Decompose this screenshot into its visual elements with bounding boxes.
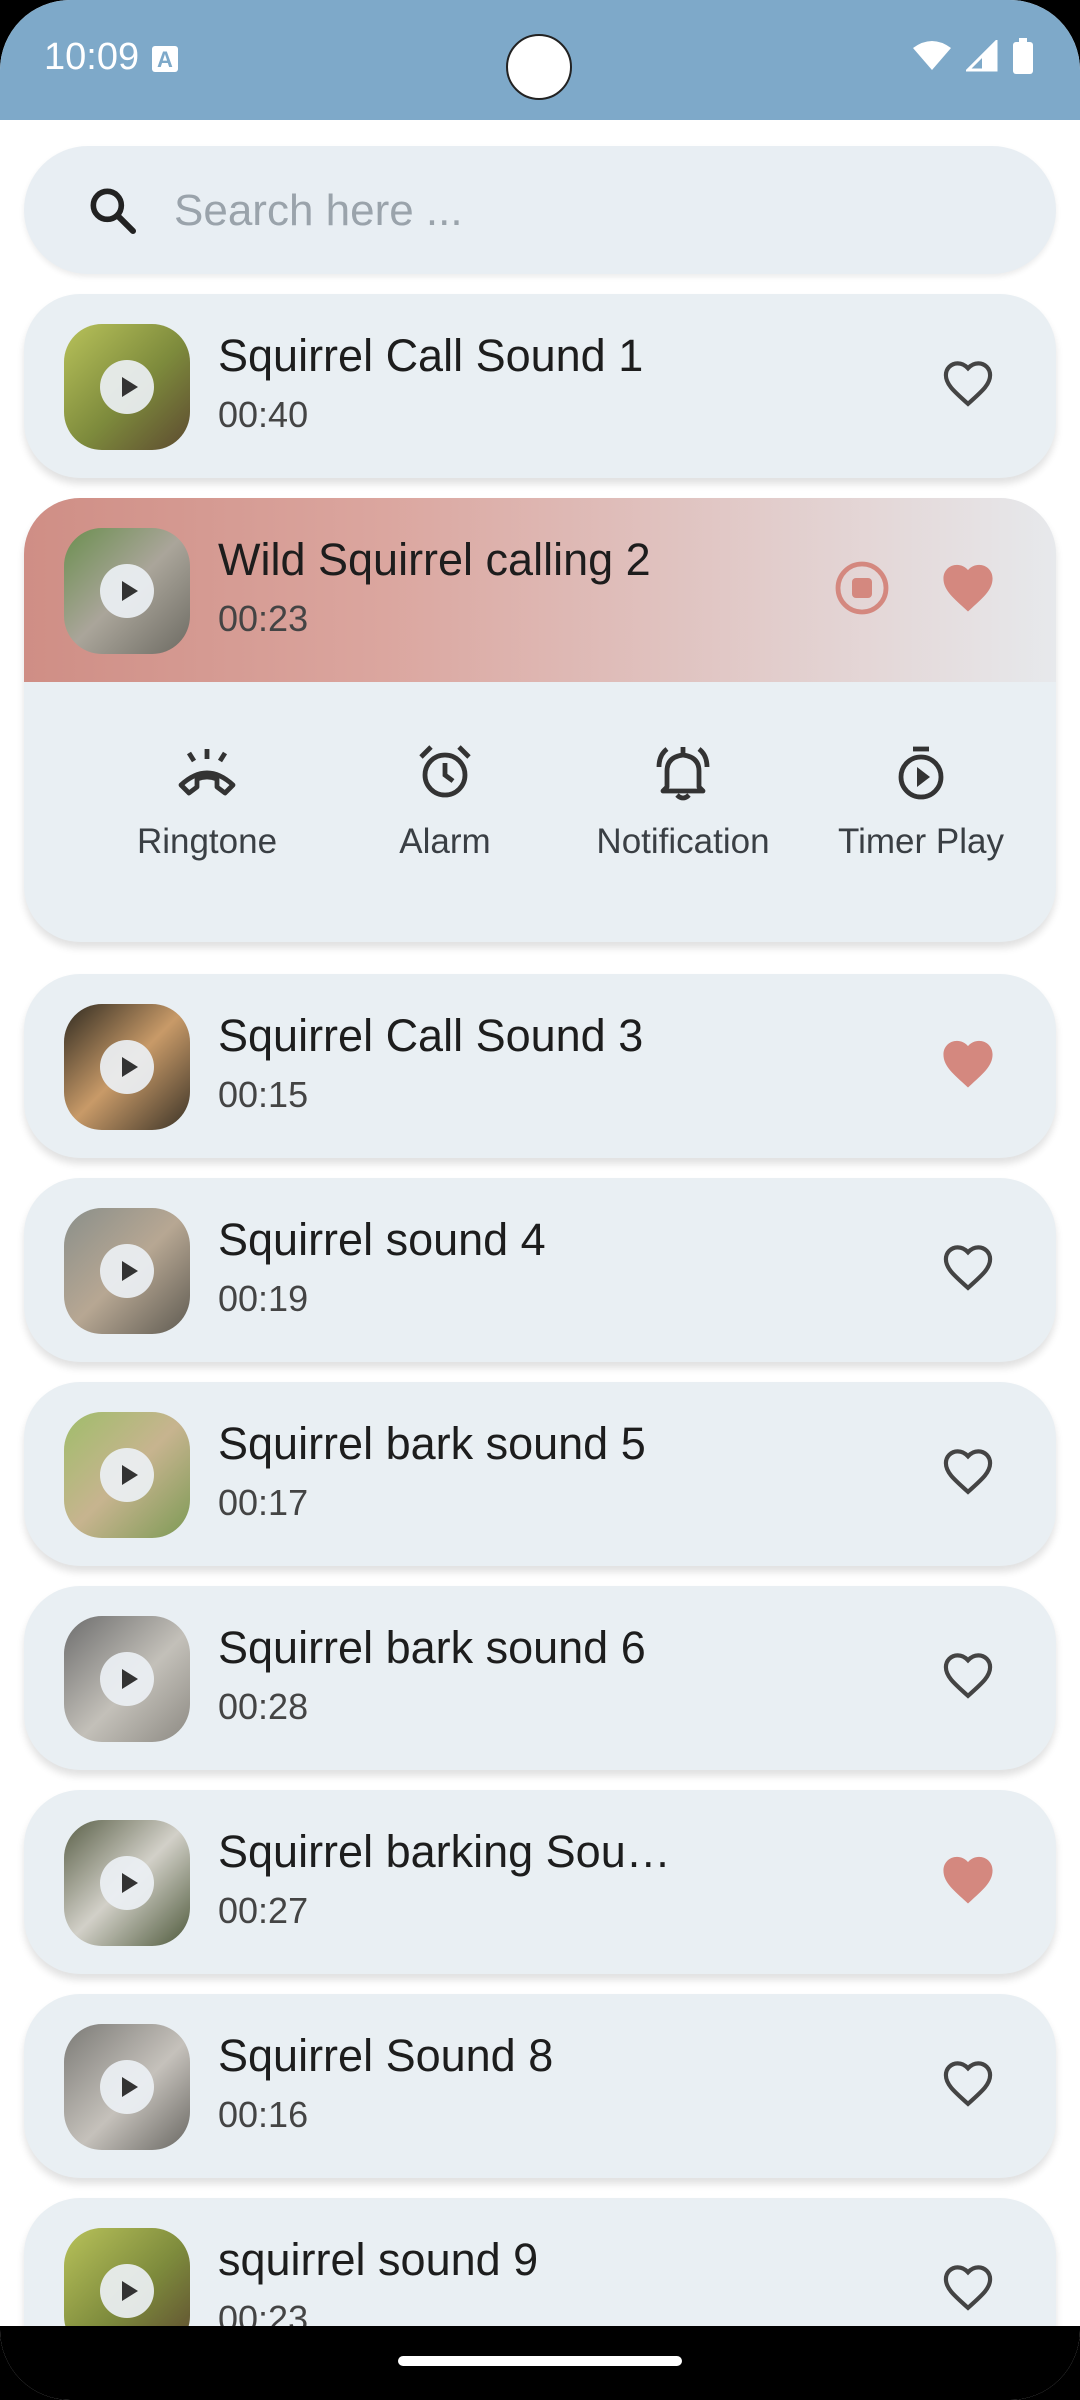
sound-title: Squirrel sound 4 xyxy=(218,1214,546,1265)
play-icon[interactable] xyxy=(100,360,154,414)
battery-icon xyxy=(1013,38,1033,74)
sound-duration: 00:16 xyxy=(218,2094,309,2135)
sound-title: Squirrel Call Sound 1 xyxy=(218,330,644,381)
sound-title: Squirrel Sound 8 xyxy=(218,2030,554,2081)
action-label: Notification xyxy=(596,822,770,861)
sound-card[interactable]: Wild Squirrel calling 2 00:23 Ringtone Alar… xyxy=(24,498,1056,942)
favorite-button[interactable] xyxy=(938,356,998,415)
sound-card-header[interactable]: Squirrel Call Sound 1 00:40 xyxy=(24,294,1056,478)
sound-card[interactable]: Squirrel Sound 8 00:16 xyxy=(24,1994,1056,2178)
search-bar[interactable]: Search here ... xyxy=(24,146,1056,274)
sound-card-header[interactable]: Squirrel barking Sou… 00:27 xyxy=(24,1790,1056,1974)
sound-thumbnail xyxy=(64,2024,190,2150)
sound-thumbnail xyxy=(64,1616,190,1742)
action-label: Ringtone xyxy=(136,822,278,861)
sound-thumbnail xyxy=(64,1004,190,1130)
sound-title: Wild Squirrel calling 2 xyxy=(218,534,651,585)
sound-thumbnail xyxy=(64,1412,190,1538)
sound-card-header[interactable]: Squirrel bark sound 5 00:17 xyxy=(24,1382,1056,1566)
action-label: Timer Play xyxy=(838,822,1004,861)
sound-duration: 00:19 xyxy=(218,1278,309,1319)
action-alarm[interactable]: Alarm xyxy=(326,738,564,862)
favorite-button[interactable] xyxy=(938,1240,998,1299)
heart-outline-icon xyxy=(943,2061,993,2107)
play-icon[interactable] xyxy=(100,564,154,618)
heart-outline-icon xyxy=(943,1449,993,1495)
status-time: 10:09 xyxy=(44,36,140,78)
wifi-icon xyxy=(913,41,951,70)
heart-filled-icon xyxy=(943,1040,993,1088)
sound-card[interactable]: Squirrel barking Sou… 00:27 xyxy=(24,1790,1056,1974)
sound-actions: Ringtone Alarm Notification Timer Play xyxy=(24,682,1056,942)
favorite-button[interactable] xyxy=(938,1648,998,1707)
play-icon[interactable] xyxy=(100,1040,154,1094)
action-ringtone[interactable]: Ringtone xyxy=(88,738,326,862)
sound-duration: 00:28 xyxy=(218,1686,309,1727)
camera-cutout xyxy=(506,34,572,100)
favorite-button[interactable] xyxy=(938,560,998,619)
sound-title: Squirrel barking Sou… xyxy=(218,1826,671,1877)
play-icon[interactable] xyxy=(100,1448,154,1502)
app-notification-icon: A xyxy=(152,46,178,72)
notification-icon xyxy=(656,747,710,801)
status-icons xyxy=(912,38,1034,74)
heart-outline-icon xyxy=(943,1245,993,1291)
status-bar: 10:09 A xyxy=(0,0,1080,120)
home-indicator[interactable] xyxy=(398,2356,682,2366)
play-icon[interactable] xyxy=(100,1244,154,1298)
action-notification[interactable]: Notification xyxy=(564,738,802,862)
heart-filled-icon xyxy=(943,564,993,612)
ringtone-icon xyxy=(178,749,236,796)
sound-card[interactable]: Squirrel sound 4 00:19 xyxy=(24,1178,1056,1362)
sound-thumbnail xyxy=(64,1208,190,1334)
sound-card-header[interactable]: Squirrel Call Sound 3 00:15 xyxy=(24,974,1056,1158)
sound-title: Squirrel bark sound 6 xyxy=(218,1622,646,1673)
favorite-button[interactable] xyxy=(938,1444,998,1503)
signal-icon xyxy=(966,40,998,72)
stop-button[interactable] xyxy=(834,560,890,621)
sound-duration: 00:17 xyxy=(218,1482,309,1523)
play-icon[interactable] xyxy=(100,2264,154,2318)
sound-card[interactable]: Squirrel Call Sound 1 00:40 xyxy=(24,294,1056,478)
favorite-button[interactable] xyxy=(938,2056,998,2115)
sound-duration: 00:27 xyxy=(218,1890,309,1931)
sound-title: Squirrel Call Sound 3 xyxy=(218,1010,644,1061)
stop-icon xyxy=(835,561,889,615)
favorite-button[interactable] xyxy=(938,1852,998,1911)
heart-outline-icon xyxy=(943,361,993,407)
action-label: Alarm xyxy=(399,822,491,861)
play-icon[interactable] xyxy=(100,1652,154,1706)
sound-title: squirrel sound 9 xyxy=(218,2234,539,2285)
sound-card-header[interactable]: Squirrel Sound 8 00:16 xyxy=(24,1994,1056,2178)
sound-thumbnail xyxy=(64,1820,190,1946)
sound-thumbnail xyxy=(64,528,190,654)
play-icon[interactable] xyxy=(100,1856,154,1910)
sound-card-header[interactable]: Wild Squirrel calling 2 00:23 xyxy=(24,498,1056,682)
screen: 10:09 A Search here ... Squirrel Call So… xyxy=(0,0,1080,2400)
sound-duration: 00:15 xyxy=(218,1074,309,1115)
sound-card-header[interactable]: Squirrel bark sound 6 00:28 xyxy=(24,1586,1056,1770)
alarm-icon xyxy=(419,745,471,798)
heart-filled-icon xyxy=(943,1856,993,1904)
sound-card[interactable]: Squirrel Call Sound 3 00:15 xyxy=(24,974,1056,1158)
search-input[interactable]: Search here ... xyxy=(174,186,463,236)
sound-thumbnail xyxy=(64,324,190,450)
action-timer-play[interactable]: Timer Play xyxy=(802,738,1040,862)
sound-card-header[interactable]: Squirrel sound 4 00:19 xyxy=(24,1178,1056,1362)
sound-card[interactable]: Squirrel bark sound 5 00:17 xyxy=(24,1382,1056,1566)
search-icon xyxy=(90,188,137,235)
heart-outline-icon xyxy=(943,2265,993,2311)
favorite-button[interactable] xyxy=(938,1036,998,1095)
sound-card[interactable]: Squirrel bark sound 6 00:28 xyxy=(24,1586,1056,1770)
favorite-button[interactable] xyxy=(938,2260,998,2319)
sound-duration: 00:40 xyxy=(218,394,309,435)
sound-title: Squirrel bark sound 5 xyxy=(218,1418,646,1469)
play-icon[interactable] xyxy=(100,2060,154,2114)
timer-play-icon xyxy=(898,746,944,800)
sound-duration: 00:23 xyxy=(218,598,309,639)
heart-outline-icon xyxy=(943,1653,993,1699)
